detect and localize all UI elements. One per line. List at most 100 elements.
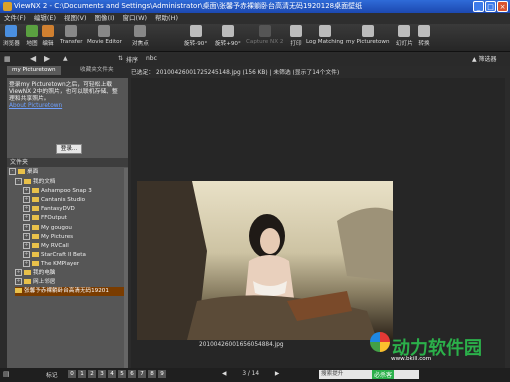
picturetown-icon: [361, 25, 374, 37]
map-button[interactable]: 地图: [26, 25, 38, 47]
log-matching-button[interactable]: Log Matching: [306, 25, 344, 45]
tree-node[interactable]: + Ashampoo Snap 3: [23, 187, 92, 196]
folder-icon: [15, 288, 22, 293]
rating-1[interactable]: 1: [78, 370, 86, 378]
toolbar: 浏览器 地图 编辑 Transfer Movie Editor 对焦点 旋转-9…: [0, 24, 510, 52]
info-bar: 已选定： 20100426001725245148.jpg (156 KB) |…: [131, 68, 505, 78]
menu-view[interactable]: 视图(V): [64, 13, 87, 24]
selected-file-info: 20100426001725245148.jpg (156 KB) | 未筛选 …: [156, 70, 340, 76]
transfer-icon: [65, 25, 78, 37]
menu-help[interactable]: 帮助(H): [155, 13, 178, 24]
pager: ◀ 3 / 14 ▶: [222, 370, 308, 379]
photo-caption: 20100426001656054884.jpg: [199, 342, 284, 348]
tree-node[interactable]: + FantasyDVD: [23, 205, 75, 214]
picturetown-link[interactable]: About Picturetown: [9, 103, 123, 110]
tree-node[interactable]: + 网上邻居: [15, 278, 55, 287]
tree-node[interactable]: + My gougou: [23, 224, 72, 233]
tree-node[interactable]: + FFOutput: [23, 214, 67, 223]
label-text: 标记: [46, 373, 58, 379]
menu-bar: 文件(F) 编辑(E) 视图(V) 图像(I) 窗口(W) 帮助(H): [0, 13, 510, 24]
nav-row: ▦ ◀ ▶ ▲ ⇅ 排序 nbc: [0, 54, 510, 66]
watermark-logo-icon: [370, 332, 390, 352]
print-icon: [290, 25, 302, 37]
tree-scrollbar[interactable]: [124, 168, 128, 368]
rating-4[interactable]: 4: [108, 370, 116, 378]
rotate-left-icon: [189, 25, 202, 37]
tree-node-selected[interactable]: 张馨予赤裸躺卧台高清无码19201: [15, 287, 127, 296]
sort-icon: ⇅: [118, 55, 124, 62]
browser-icon: [5, 25, 18, 37]
tree-node[interactable]: + My RVCall: [23, 242, 69, 251]
menu-file[interactable]: 文件(F): [4, 13, 26, 24]
page-indicator: 3 / 14: [242, 371, 260, 377]
transfer-button[interactable]: Transfer: [60, 25, 83, 45]
tree-node[interactable]: - 我的文档: [15, 178, 55, 187]
desktop-icon: [18, 169, 25, 174]
menu-image[interactable]: 图像(I): [95, 13, 115, 24]
picturetown-text: 登录my Picturetown之后，可轻松上载ViewNX 2中的照片，也可以…: [9, 82, 118, 102]
forward-icon[interactable]: ▶: [44, 54, 50, 63]
capture-nx-button[interactable]: Capture NX 2: [246, 25, 283, 45]
convert-button[interactable]: 转换: [418, 25, 430, 47]
picturetown-button[interactable]: my Picturetown: [346, 25, 390, 45]
tree-node[interactable]: + 我的电脑: [15, 269, 55, 278]
prev-page-icon[interactable]: ◀: [222, 371, 226, 377]
rating-5[interactable]: 5: [118, 370, 126, 378]
watermark-tag: 必杀客: [372, 370, 395, 379]
folder-icon: [32, 206, 39, 211]
login-button[interactable]: 登录...: [56, 144, 82, 154]
app-icon: [3, 2, 12, 11]
filter-icon: ▲: [472, 56, 477, 63]
rating-3[interactable]: 3: [98, 370, 106, 378]
folder-icon: [32, 197, 39, 202]
folder-icon: [32, 243, 39, 248]
tab-favorite-folders[interactable]: 收藏夹文件夹: [75, 66, 119, 75]
rating-6[interactable]: 6: [128, 370, 136, 378]
tab-my-picturetown[interactable]: my Picturetown: [7, 66, 61, 75]
folder-up-icon[interactable]: ▲: [63, 55, 68, 62]
rotate-left-button[interactable]: 旋转-90°: [184, 25, 207, 47]
browser-button[interactable]: 浏览器: [3, 25, 20, 47]
selected-label: 已选定：: [131, 70, 155, 76]
rating-8[interactable]: 8: [148, 370, 156, 378]
rotate-right-button[interactable]: 旋转+90°: [215, 25, 241, 47]
focus-point-button[interactable]: 对焦点: [132, 25, 149, 47]
layout-icon[interactable]: ▤: [3, 370, 10, 378]
rating-0[interactable]: 0: [68, 370, 76, 378]
close-button[interactable]: ×: [497, 1, 508, 12]
grid-view-icon[interactable]: ▦: [4, 55, 11, 63]
computer-icon: [24, 270, 31, 275]
minimize-button[interactable]: _: [473, 1, 484, 12]
folder-icon: [24, 179, 31, 184]
next-page-icon[interactable]: ▶: [275, 371, 279, 377]
sort-label[interactable]: 排序: [126, 55, 138, 64]
edit-button[interactable]: 编辑: [42, 25, 54, 47]
photo-view[interactable]: [137, 181, 393, 340]
tree-node[interactable]: + The KMPlayer: [23, 260, 79, 269]
convert-icon: [418, 25, 430, 37]
capture-nx-icon: [258, 25, 271, 37]
focus-point-icon: [134, 25, 147, 37]
rating-9[interactable]: 9: [158, 370, 166, 378]
tree-node[interactable]: + Cantanis Studio: [23, 196, 85, 205]
slideshow-icon: [398, 25, 411, 37]
slideshow-button[interactable]: 幻灯片: [396, 25, 413, 47]
tree-node[interactable]: - 桌面: [9, 168, 38, 177]
folder-icon: [32, 261, 39, 266]
watermark-url: www.bkill.com: [391, 356, 432, 362]
filter-button[interactable]: ▲ 筛选器: [472, 54, 497, 63]
menu-edit[interactable]: 编辑(E): [34, 13, 56, 24]
maximize-button[interactable]: □: [485, 1, 496, 12]
tree-node[interactable]: + My Pictures: [23, 233, 73, 242]
menu-window[interactable]: 窗口(W): [123, 13, 148, 24]
tree-node[interactable]: + StarCraft II Beta: [23, 251, 86, 260]
network-icon: [24, 279, 31, 284]
rating-2[interactable]: 2: [88, 370, 96, 378]
back-icon[interactable]: ◀: [30, 54, 36, 63]
left-panel: [7, 78, 128, 368]
rating-7[interactable]: 7: [138, 370, 146, 378]
sort-value[interactable]: nbc: [146, 55, 157, 62]
edit-icon: [42, 25, 54, 37]
movie-editor-button[interactable]: Movie Editor: [87, 25, 122, 45]
print-button[interactable]: 打印: [290, 25, 302, 47]
